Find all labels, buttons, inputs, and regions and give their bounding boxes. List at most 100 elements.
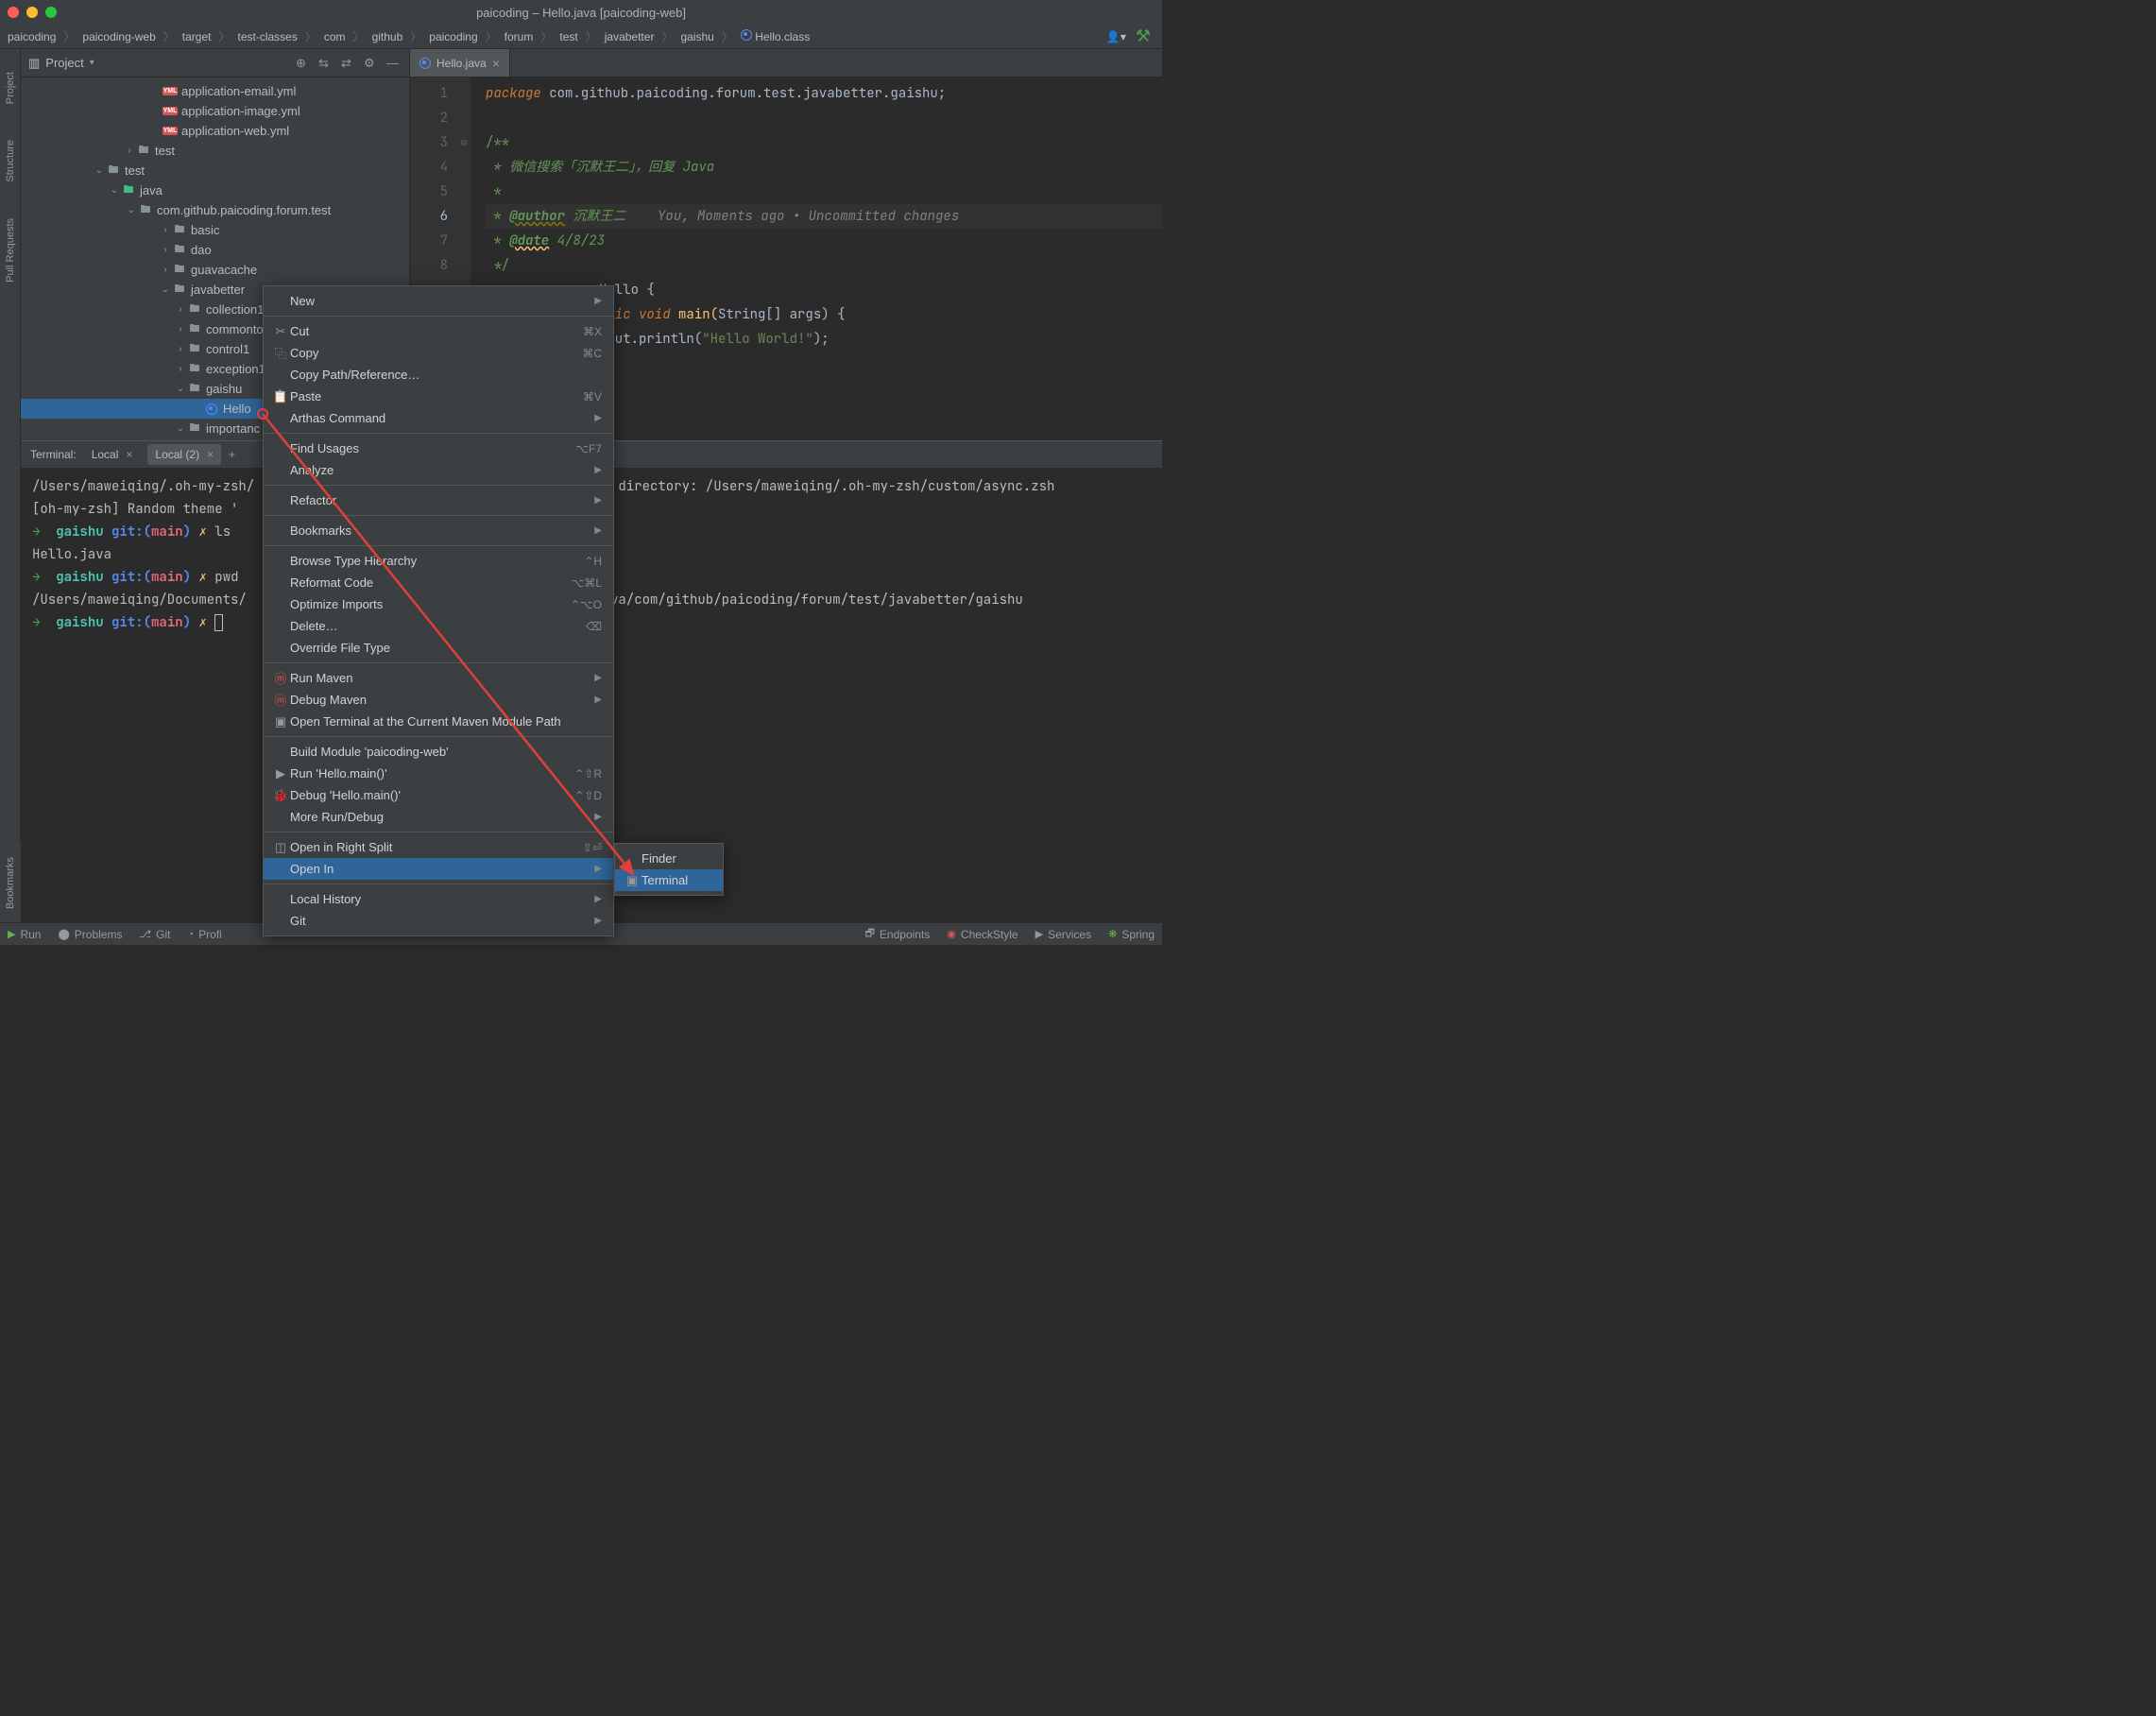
checkstyle-tool-button[interactable]: ◉CheckStyle	[947, 928, 1018, 941]
menu-open-right-split[interactable]: ◫Open in Right Split⇧⏎	[264, 836, 613, 858]
expand-all-icon[interactable]: ⇆	[318, 56, 334, 71]
breadcrumb-item[interactable]: com	[320, 28, 350, 45]
hide-icon[interactable]: —	[386, 56, 402, 71]
collapse-all-icon[interactable]: ⇄	[341, 56, 356, 71]
submenu-terminal[interactable]: ▣Terminal	[615, 869, 723, 891]
folder-icon: 🖿	[121, 181, 136, 199]
add-terminal-icon[interactable]: +	[229, 448, 235, 461]
package-icon: 🖿	[187, 420, 202, 438]
close-tab-icon[interactable]: ×	[492, 56, 500, 71]
menu-cut[interactable]: ✂Cut⌘X	[264, 320, 613, 342]
menu-new[interactable]: New▶	[264, 290, 613, 312]
maximize-window-button[interactable]	[45, 7, 57, 18]
close-icon[interactable]: ×	[126, 448, 132, 461]
submenu-finder[interactable]: Finder	[615, 848, 723, 869]
menu-run-maven[interactable]: ⓜRun Maven▶	[264, 667, 613, 689]
spring-tool-button[interactable]: ❋Spring	[1108, 928, 1155, 941]
endpoints-tool-button[interactable]: 🗗Endpoints	[865, 925, 931, 943]
user-icon[interactable]: 👤▾	[1106, 30, 1126, 43]
terminal-label: Terminal:	[30, 448, 77, 461]
menu-find-usages[interactable]: Find Usages⌥F7	[264, 438, 613, 459]
breadcrumb-item[interactable]: test	[556, 28, 581, 45]
tree-folder[interactable]: ›🖿dao	[21, 240, 409, 260]
menu-build-module[interactable]: Build Module 'paicoding-web'	[264, 741, 613, 763]
breadcrumb-item[interactable]: javabetter	[601, 28, 659, 45]
tree-folder[interactable]: ⌄🖿test	[21, 161, 409, 180]
tree-folder[interactable]: ⌄🖿java	[21, 180, 409, 200]
package-icon: 🖿	[187, 380, 202, 398]
project-view-select[interactable]: ▥ Project ▾	[28, 56, 94, 71]
problems-tool-button[interactable]: ⬤Problems	[58, 928, 122, 941]
menu-copy-path[interactable]: Copy Path/Reference…	[264, 364, 613, 386]
menu-debug-maven[interactable]: ⓜDebug Maven▶	[264, 689, 613, 711]
menu-optimize-imports[interactable]: Optimize Imports⌃⌥O	[264, 593, 613, 615]
menu-debug-hello[interactable]: 🐞Debug 'Hello.main()'⌃⇧D	[264, 784, 613, 806]
menu-refactor[interactable]: Refactor▶	[264, 489, 613, 511]
tree-file[interactable]: YMLapplication-image.yml	[21, 101, 409, 121]
bookmarks-tool-tab[interactable]: Bookmarks	[3, 853, 18, 913]
tree-folder[interactable]: ⌄🖿com.github.paicoding.forum.test	[21, 200, 409, 220]
package-icon: 🖿	[187, 340, 202, 358]
profiler-tool-button[interactable]: ◔Profi	[188, 928, 222, 941]
breadcrumb-item[interactable]: paicoding-web	[78, 28, 159, 45]
terminal-tab-local2[interactable]: Local (2)×	[147, 444, 221, 465]
pull-requests-tool-tab[interactable]: Pull Requests	[3, 214, 18, 286]
breadcrumb-file[interactable]: Hello.class	[737, 27, 813, 45]
breadcrumb-item[interactable]: target	[179, 28, 215, 45]
tree-folder[interactable]: ›🖿guavacache	[21, 260, 409, 280]
select-opened-file-icon[interactable]: ⊕	[296, 56, 311, 71]
menu-browse-type-hierarchy[interactable]: Browse Type Hierarchy⌃H	[264, 550, 613, 572]
menu-reformat-code[interactable]: Reformat Code⌥⌘L	[264, 572, 613, 593]
tree-file[interactable]: YMLapplication-email.yml	[21, 81, 409, 101]
git-tool-button[interactable]: ⎇Git	[139, 928, 170, 941]
menu-git[interactable]: Git▶	[264, 910, 613, 932]
yml-icon: YML	[163, 107, 178, 115]
menu-copy[interactable]: ⿻Copy⌘C	[264, 342, 613, 364]
settings-icon[interactable]: ⚙	[364, 56, 379, 71]
breadcrumb-item[interactable]: forum	[501, 28, 538, 45]
structure-tool-tab[interactable]: Structure	[3, 136, 18, 186]
open-in-submenu: Finder ▣Terminal	[614, 843, 724, 896]
tree-file[interactable]: YMLapplication-web.yml	[21, 121, 409, 141]
package-icon: 🖿	[138, 201, 153, 219]
paste-icon: 📋	[271, 389, 290, 404]
menu-run-hello[interactable]: ▶Run 'Hello.main()'⌃⇧R	[264, 763, 613, 784]
menu-arthas[interactable]: Arthas Command▶	[264, 407, 613, 429]
cut-icon: ✂	[271, 324, 290, 339]
close-window-button[interactable]	[8, 7, 19, 18]
tree-folder[interactable]: ›🖿basic	[21, 220, 409, 240]
menu-analyze[interactable]: Analyze▶	[264, 459, 613, 481]
yml-icon: YML	[163, 87, 178, 95]
yml-icon: YML	[163, 127, 178, 135]
class-icon	[206, 403, 217, 415]
services-tool-button[interactable]: ▶Services	[1035, 928, 1091, 941]
menu-paste[interactable]: 📋Paste⌘V	[264, 386, 613, 407]
menu-override-file-type[interactable]: Override File Type	[264, 637, 613, 659]
minimize-window-button[interactable]	[26, 7, 38, 18]
run-tool-button[interactable]: ▶Run	[8, 928, 41, 941]
build-icon[interactable]: ⚒	[1136, 26, 1151, 46]
tree-folder[interactable]: ›🖿test	[21, 141, 409, 161]
menu-more-run-debug[interactable]: More Run/Debug▶	[264, 806, 613, 828]
menu-open-terminal-maven[interactable]: ▣Open Terminal at the Current Maven Modu…	[264, 711, 613, 732]
class-icon	[419, 58, 431, 69]
breadcrumb-item[interactable]: paicoding	[425, 28, 481, 45]
terminal-icon: ▣	[623, 873, 642, 888]
breadcrumb-item[interactable]: github	[368, 28, 407, 45]
breadcrumb-item[interactable]: gaishu	[676, 28, 717, 45]
close-icon[interactable]: ×	[207, 448, 214, 461]
menu-open-in[interactable]: Open In▶	[264, 858, 613, 880]
project-tool-tab[interactable]: Project	[3, 68, 18, 108]
folder-icon: 🖿	[106, 162, 121, 180]
breadcrumb-item[interactable]: test-classes	[234, 28, 301, 45]
menu-local-history[interactable]: Local History▶	[264, 888, 613, 910]
context-menu: New▶ ✂Cut⌘X ⿻Copy⌘C Copy Path/Reference……	[263, 285, 614, 936]
editor-tab-hello[interactable]: Hello.java ×	[410, 49, 510, 77]
terminal-tab-local[interactable]: Local×	[84, 444, 141, 465]
breadcrumb-item[interactable]: paicoding	[4, 28, 60, 45]
class-icon	[741, 29, 752, 41]
menu-bookmarks[interactable]: Bookmarks▶	[264, 520, 613, 541]
split-icon: ◫	[271, 840, 290, 855]
menu-delete[interactable]: Delete…⌫	[264, 615, 613, 637]
window-title: paicoding – Hello.java [paicoding-web]	[476, 6, 686, 20]
